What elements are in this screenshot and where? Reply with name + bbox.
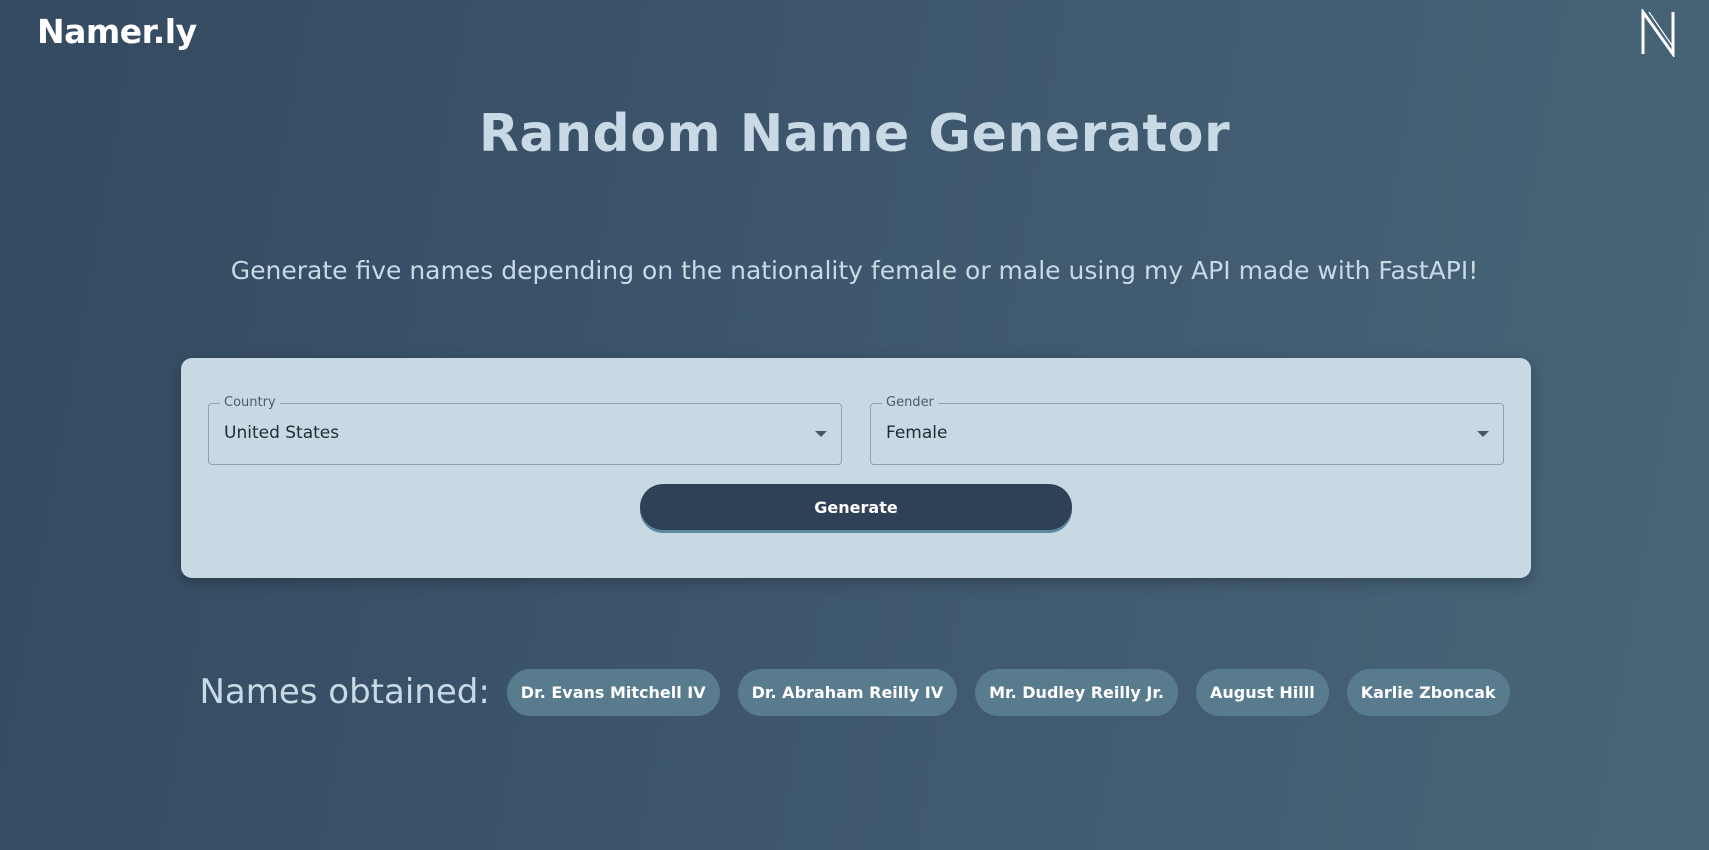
n-monogram-icon[interactable] <box>1640 9 1676 57</box>
gender-select[interactable]: Gender Female <box>870 394 1504 465</box>
chevron-down-icon[interactable] <box>815 431 827 437</box>
results-row: Names obtained: Dr. Evans Mitchell IV Dr… <box>0 668 1709 716</box>
country-select-label: Country <box>220 394 280 412</box>
page-subtitle: Generate five names depending on the nat… <box>230 256 1479 285</box>
page-title: Random Name Generator <box>478 104 1231 164</box>
gender-select-value: Female <box>886 423 948 443</box>
name-chip[interactable]: Dr. Evans Mitchell IV <box>506 668 720 716</box>
name-chip[interactable]: Dr. Abraham Reilly IV <box>737 668 958 716</box>
brand-logo-text[interactable]: Namer.ly <box>37 12 197 51</box>
generator-form-card: Country United States Gender Female Gene… <box>181 358 1531 578</box>
country-select-value: United States <box>224 423 340 443</box>
chevron-down-icon[interactable] <box>1477 431 1489 437</box>
country-select[interactable]: Country United States <box>208 394 842 465</box>
gender-select-label: Gender <box>882 394 938 412</box>
name-chip[interactable]: Mr. Dudley Reilly Jr. <box>975 668 1178 716</box>
results-label: Names obtained: <box>199 672 490 712</box>
generate-button[interactable]: Generate <box>640 484 1072 530</box>
name-chip[interactable]: August Hilll <box>1196 668 1329 716</box>
name-chip[interactable]: Karlie Zboncak <box>1346 668 1510 716</box>
